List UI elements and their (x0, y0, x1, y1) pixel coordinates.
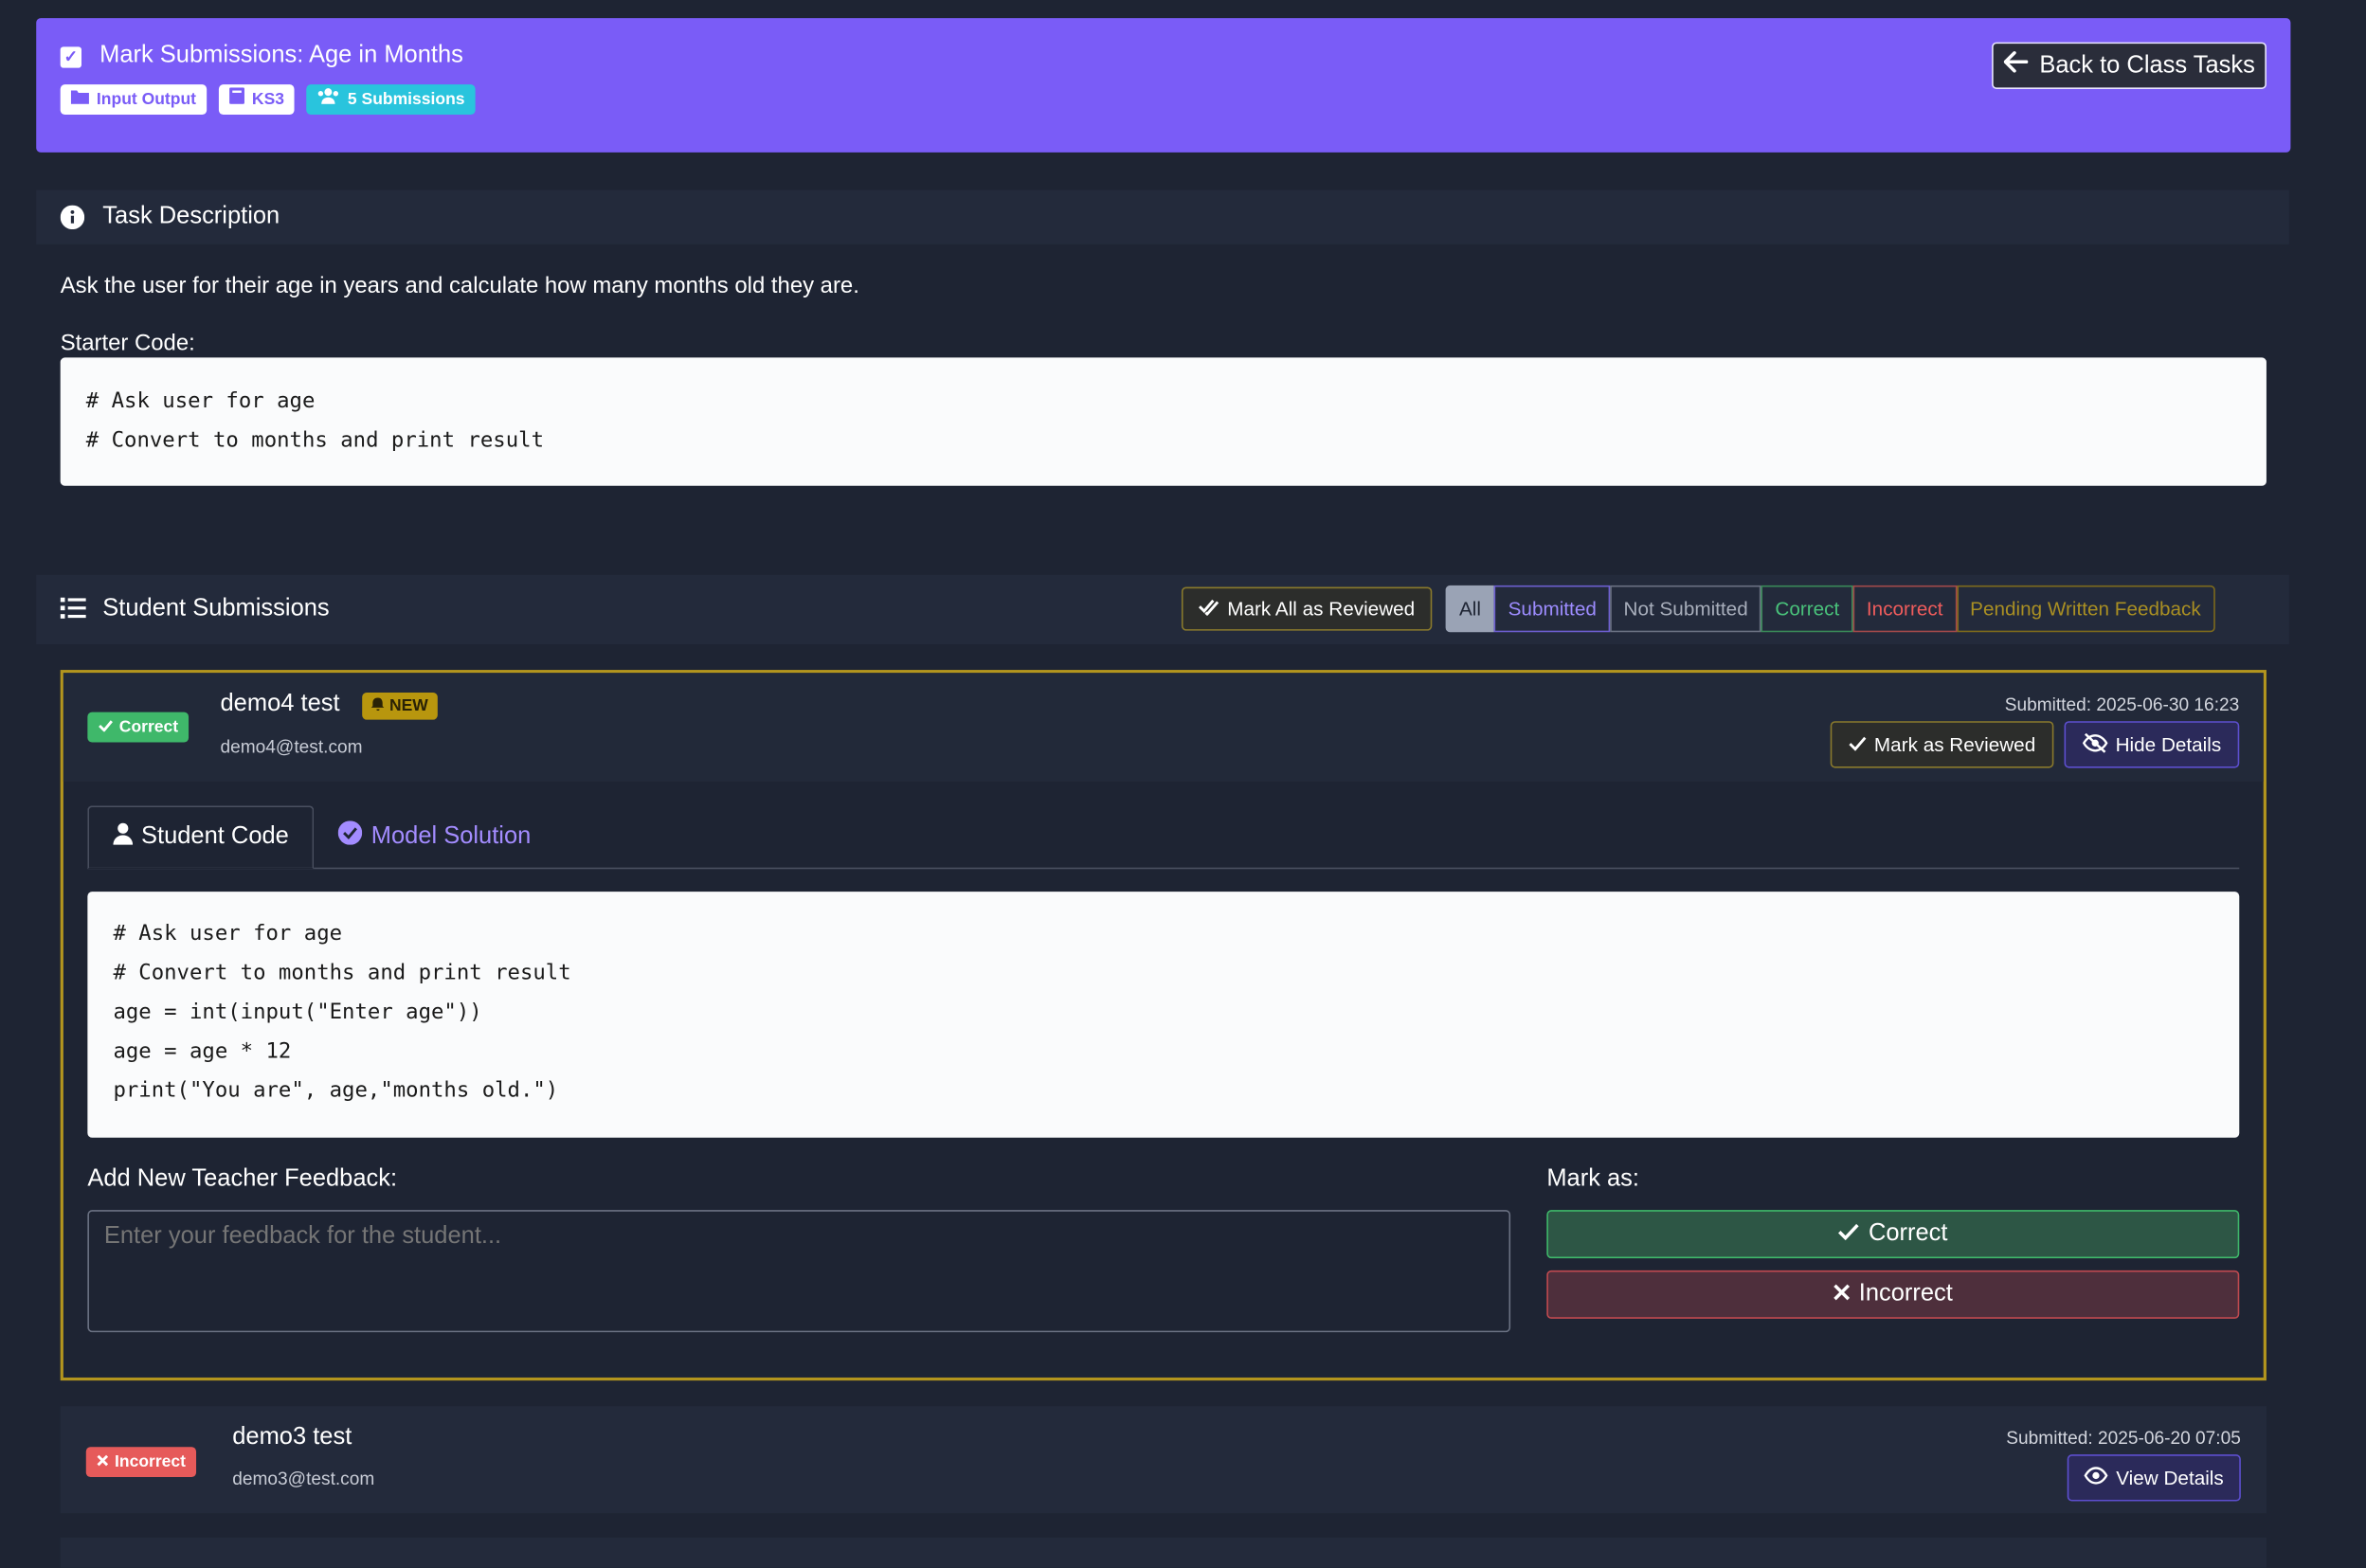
mark-reviewed-label: Mark as Reviewed (1873, 732, 2036, 756)
task-description-header: Task Description (36, 189, 2289, 244)
check-icon (1849, 733, 1867, 756)
filter-not-submitted[interactable]: Not Submitted (1610, 585, 1762, 633)
code-tabs: Student Code Model Solution (87, 805, 2240, 870)
submission-filters: All Submitted Not Submitted Correct Inco… (1445, 585, 2215, 633)
mark-as-label: Mark as: (1546, 1166, 1640, 1193)
folder-icon (70, 84, 89, 115)
hide-details-label: Hide Details (2115, 732, 2222, 756)
arrow-left-icon (2002, 50, 2028, 80)
checkbox-icon: ✓ (60, 46, 81, 68)
tab-student-label: Student Code (140, 823, 289, 850)
submission-card: Correct demo4 test NEW demo4@test.com Su… (60, 670, 2267, 1381)
mark-all-label: Mark All as Reviewed (1227, 597, 1416, 621)
submitted-timestamp: Submitted: 2025-06-30 16:23 (2004, 694, 2240, 715)
check-circle-icon (337, 820, 363, 852)
code-line: # Ask user for age (113, 922, 343, 946)
new-badge: NEW (362, 692, 438, 720)
starter-code-block: # Ask user for age # Convert to months a… (60, 357, 2267, 486)
filter-submitted[interactable]: Submitted (1494, 585, 1611, 633)
tab-student-code[interactable]: Student Code (87, 805, 315, 870)
keystage-badge-label: KS3 (251, 90, 285, 109)
keystage-badge: KS3 (218, 84, 296, 116)
close-icon (97, 1447, 109, 1477)
code-line: age = int(input("Enter age")) (113, 1000, 482, 1025)
topic-badge: Input Output (60, 84, 208, 116)
filter-pending-feedback[interactable]: Pending Written Feedback (1956, 585, 2215, 633)
mark-incorrect-label: Incorrect (1858, 1281, 1953, 1307)
user-icon (112, 822, 133, 853)
mark-correct-button[interactable]: Correct (1546, 1210, 2240, 1259)
mark-incorrect-button[interactable]: Incorrect (1546, 1270, 2240, 1319)
tab-model-label: Model Solution (370, 822, 532, 849)
submission-card-partial (60, 1537, 2267, 1568)
mark-as-reviewed-button[interactable]: Mark as Reviewed (1830, 721, 2054, 768)
submitted-timestamp: Submitted: 2025-06-20 07:05 (2006, 1427, 2241, 1449)
close-icon (1833, 1281, 1851, 1308)
back-to-class-tasks-button[interactable]: Back to Class Tasks (1992, 42, 2267, 89)
student-submissions-title: Student Submissions (102, 596, 330, 622)
eye-icon (2085, 1467, 2109, 1489)
status-badge: Incorrect (85, 1447, 197, 1478)
info-icon (60, 205, 85, 237)
check-icon (99, 712, 114, 743)
task-description-title: Task Description (102, 203, 280, 230)
bell-icon (370, 697, 389, 715)
code-line: age = age * 12 (113, 1039, 292, 1064)
task-description-text: Ask the user for their age in years and … (60, 273, 859, 299)
code-line: print("You are", age,"months old.") (113, 1078, 559, 1104)
view-details-button[interactable]: View Details (2067, 1454, 2241, 1502)
student-name: demo4 test (220, 691, 340, 717)
users-icon (317, 84, 340, 115)
student-email: demo3@test.com (232, 1468, 375, 1489)
submission-card: Incorrect demo3 test demo3@test.com Subm… (60, 1406, 2267, 1514)
mark-correct-label: Correct (1868, 1220, 1948, 1247)
filter-all[interactable]: All (1445, 585, 1495, 633)
filter-incorrect[interactable]: Incorrect (1852, 585, 1957, 633)
tab-model-solution[interactable]: Model Solution (337, 805, 532, 867)
status-badge: Correct (87, 712, 190, 743)
submissions-count-badge: 5 Submissions (306, 84, 476, 116)
check-icon (1838, 1220, 1860, 1248)
header-badges: Input Output KS3 5 Submissions (60, 84, 476, 116)
new-badge-label: NEW (388, 696, 428, 715)
list-icon (60, 597, 86, 626)
student-code-block: # Ask user for age # Convert to months a… (87, 892, 2240, 1138)
filter-correct[interactable]: Correct (1761, 585, 1853, 633)
back-button-label: Back to Class Tasks (2039, 51, 2255, 79)
status-label: Incorrect (115, 1452, 187, 1471)
page-header: ✓ Mark Submissions: Age in Months Input … (36, 18, 2291, 153)
code-line: # Ask user for age (85, 388, 316, 414)
hide-details-button[interactable]: Hide Details (2064, 721, 2240, 768)
double-check-icon (1199, 598, 1219, 621)
feedback-label: Add New Teacher Feedback: (87, 1166, 398, 1193)
student-email: demo4@test.com (220, 736, 363, 758)
starter-code-label: Starter Code: (60, 330, 195, 356)
mark-all-reviewed-button[interactable]: Mark All as Reviewed (1181, 586, 1433, 631)
submissions-count-label: 5 Submissions (347, 90, 465, 109)
student-name: demo3 test (232, 1424, 352, 1451)
eye-slash-icon (2082, 732, 2108, 756)
view-details-label: View Details (2116, 1466, 2224, 1489)
code-line: # Convert to months and print result (85, 428, 544, 453)
topic-badge-label: Input Output (96, 90, 197, 109)
code-line: # Convert to months and print result (113, 961, 571, 985)
book-icon (229, 84, 244, 115)
feedback-textarea[interactable] (87, 1210, 1511, 1333)
page-title: Mark Submissions: Age in Months (99, 42, 463, 68)
status-label: Correct (118, 718, 179, 737)
